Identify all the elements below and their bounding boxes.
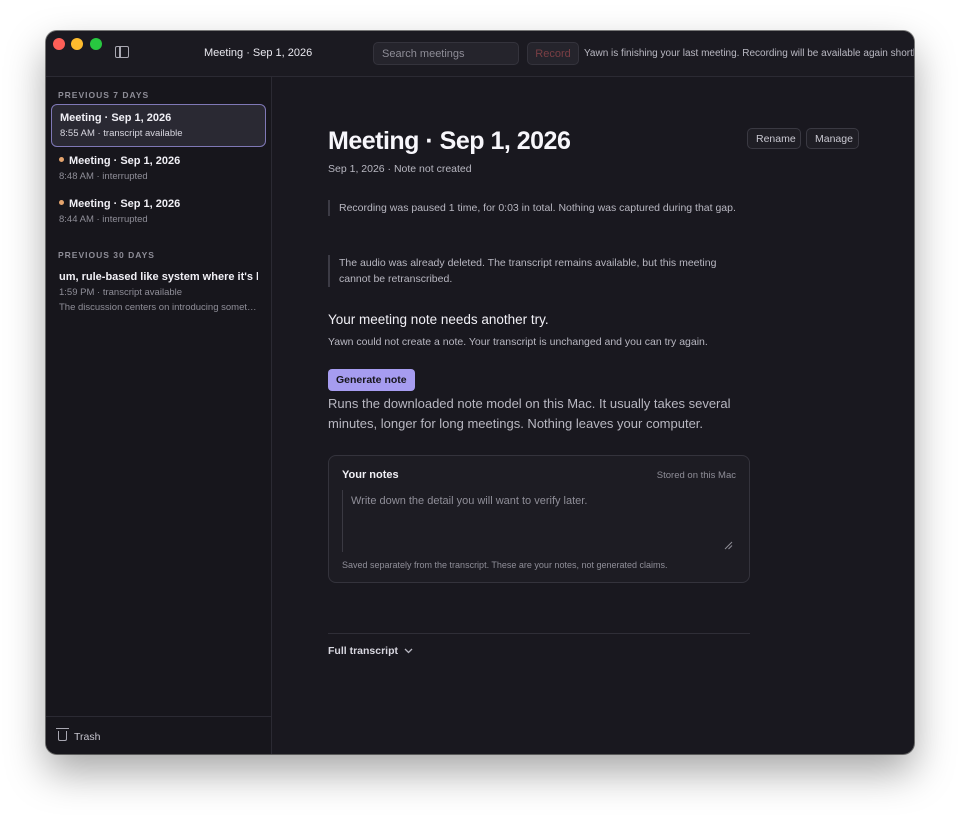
retry-heading: Your meeting note needs another try. <box>328 312 549 327</box>
chevron-down-icon <box>404 648 413 654</box>
notes-textarea[interactable] <box>342 490 736 552</box>
full-transcript-label: Full transcript <box>328 645 399 657</box>
window-title: Meeting · Sep 1, 2026 <box>204 47 313 59</box>
title-bar: Meeting · Sep 1, 2026 Record Yawn is fin… <box>46 31 914 77</box>
item-title: Meeting · Sep 1, 2026 <box>69 155 181 167</box>
close-window-button[interactable] <box>53 38 65 50</box>
item-title: Meeting · Sep 1, 2026 <box>69 198 181 210</box>
audio-deleted-notice: The audio was already deleted. The trans… <box>328 255 748 287</box>
item-title-row: Meeting · Sep 1, 2026 <box>59 155 258 167</box>
section-label: PREVIOUS 30 DAYS <box>58 250 155 260</box>
rename-button[interactable]: Rename <box>747 128 801 149</box>
item-title: Meeting · Sep 1, 2026 <box>60 112 172 124</box>
sidebar-item-meeting[interactable]: Meeting · Sep 1, 2026 8:48 AM · interrup… <box>51 148 266 191</box>
trash-icon <box>56 728 69 741</box>
zoom-window-button[interactable] <box>90 38 102 50</box>
interrupted-dot-icon <box>59 200 64 205</box>
minimize-window-button[interactable] <box>71 38 83 50</box>
full-transcript-toggle[interactable]: Full transcript <box>328 645 413 657</box>
generate-help-text: Runs the downloaded note model on this M… <box>328 396 731 431</box>
interrupted-dot-icon <box>59 157 64 162</box>
notes-card: Your notes Stored on this Mac Saved sepa… <box>328 455 750 583</box>
page-title: Meeting · Sep 1, 2026 <box>328 127 571 155</box>
divider <box>328 633 750 634</box>
item-title: um, rule-based like system where it's li… <box>59 271 258 283</box>
recording-status-text: Yawn is finishing your last meeting. Rec… <box>584 48 914 59</box>
item-subtitle: 8:55 AM · transcript available <box>60 128 183 139</box>
meeting-detail: Meeting · Sep 1, 2026 Rename Manage Sep … <box>273 77 914 754</box>
sidebar-item-meeting[interactable]: um, rule-based like system where it's li… <box>51 264 266 324</box>
page-subtitle: Sep 1, 2026 · Note not created <box>328 163 472 175</box>
notes-footer: Saved separately from the transcript. Th… <box>342 560 668 570</box>
item-subtitle: 1:59 PM · transcript available <box>59 287 183 298</box>
trash-button[interactable]: Trash <box>46 716 272 754</box>
app-window: Meeting · Sep 1, 2026 Record Yawn is fin… <box>46 31 914 754</box>
pause-notice: Recording was paused 1 time, for 0:03 in… <box>328 200 748 216</box>
notes-title: Your notes <box>342 469 399 481</box>
trash-label: Trash <box>74 731 101 743</box>
manage-button[interactable]: Manage <box>806 128 859 149</box>
record-button[interactable]: Record <box>527 42 579 65</box>
resize-handle-icon[interactable] <box>724 541 733 550</box>
item-subtitle: 8:48 AM · interrupted <box>59 171 148 182</box>
sidebar-item-meeting[interactable]: Meeting · Sep 1, 2026 8:44 AM · interrup… <box>51 191 266 234</box>
sidebar: PREVIOUS 7 DAYS Meeting · Sep 1, 2026 8:… <box>46 77 272 754</box>
item-title-row: Meeting · Sep 1, 2026 <box>59 198 258 210</box>
generate-note-button[interactable]: Generate note <box>328 369 415 391</box>
section-label: PREVIOUS 7 DAYS <box>58 90 150 100</box>
item-preview: The discussion centers on introducing so… <box>59 302 257 313</box>
notes-storage-label: Stored on this Mac <box>656 470 736 481</box>
item-subtitle: 8:44 AM · interrupted <box>59 214 148 225</box>
sidebar-toggle-icon[interactable] <box>115 46 129 58</box>
sidebar-item-meeting[interactable]: Meeting · Sep 1, 2026 8:55 AM · transcri… <box>51 104 266 147</box>
retry-body: Yawn could not create a note. Your trans… <box>328 336 708 348</box>
search-input[interactable] <box>373 42 519 65</box>
